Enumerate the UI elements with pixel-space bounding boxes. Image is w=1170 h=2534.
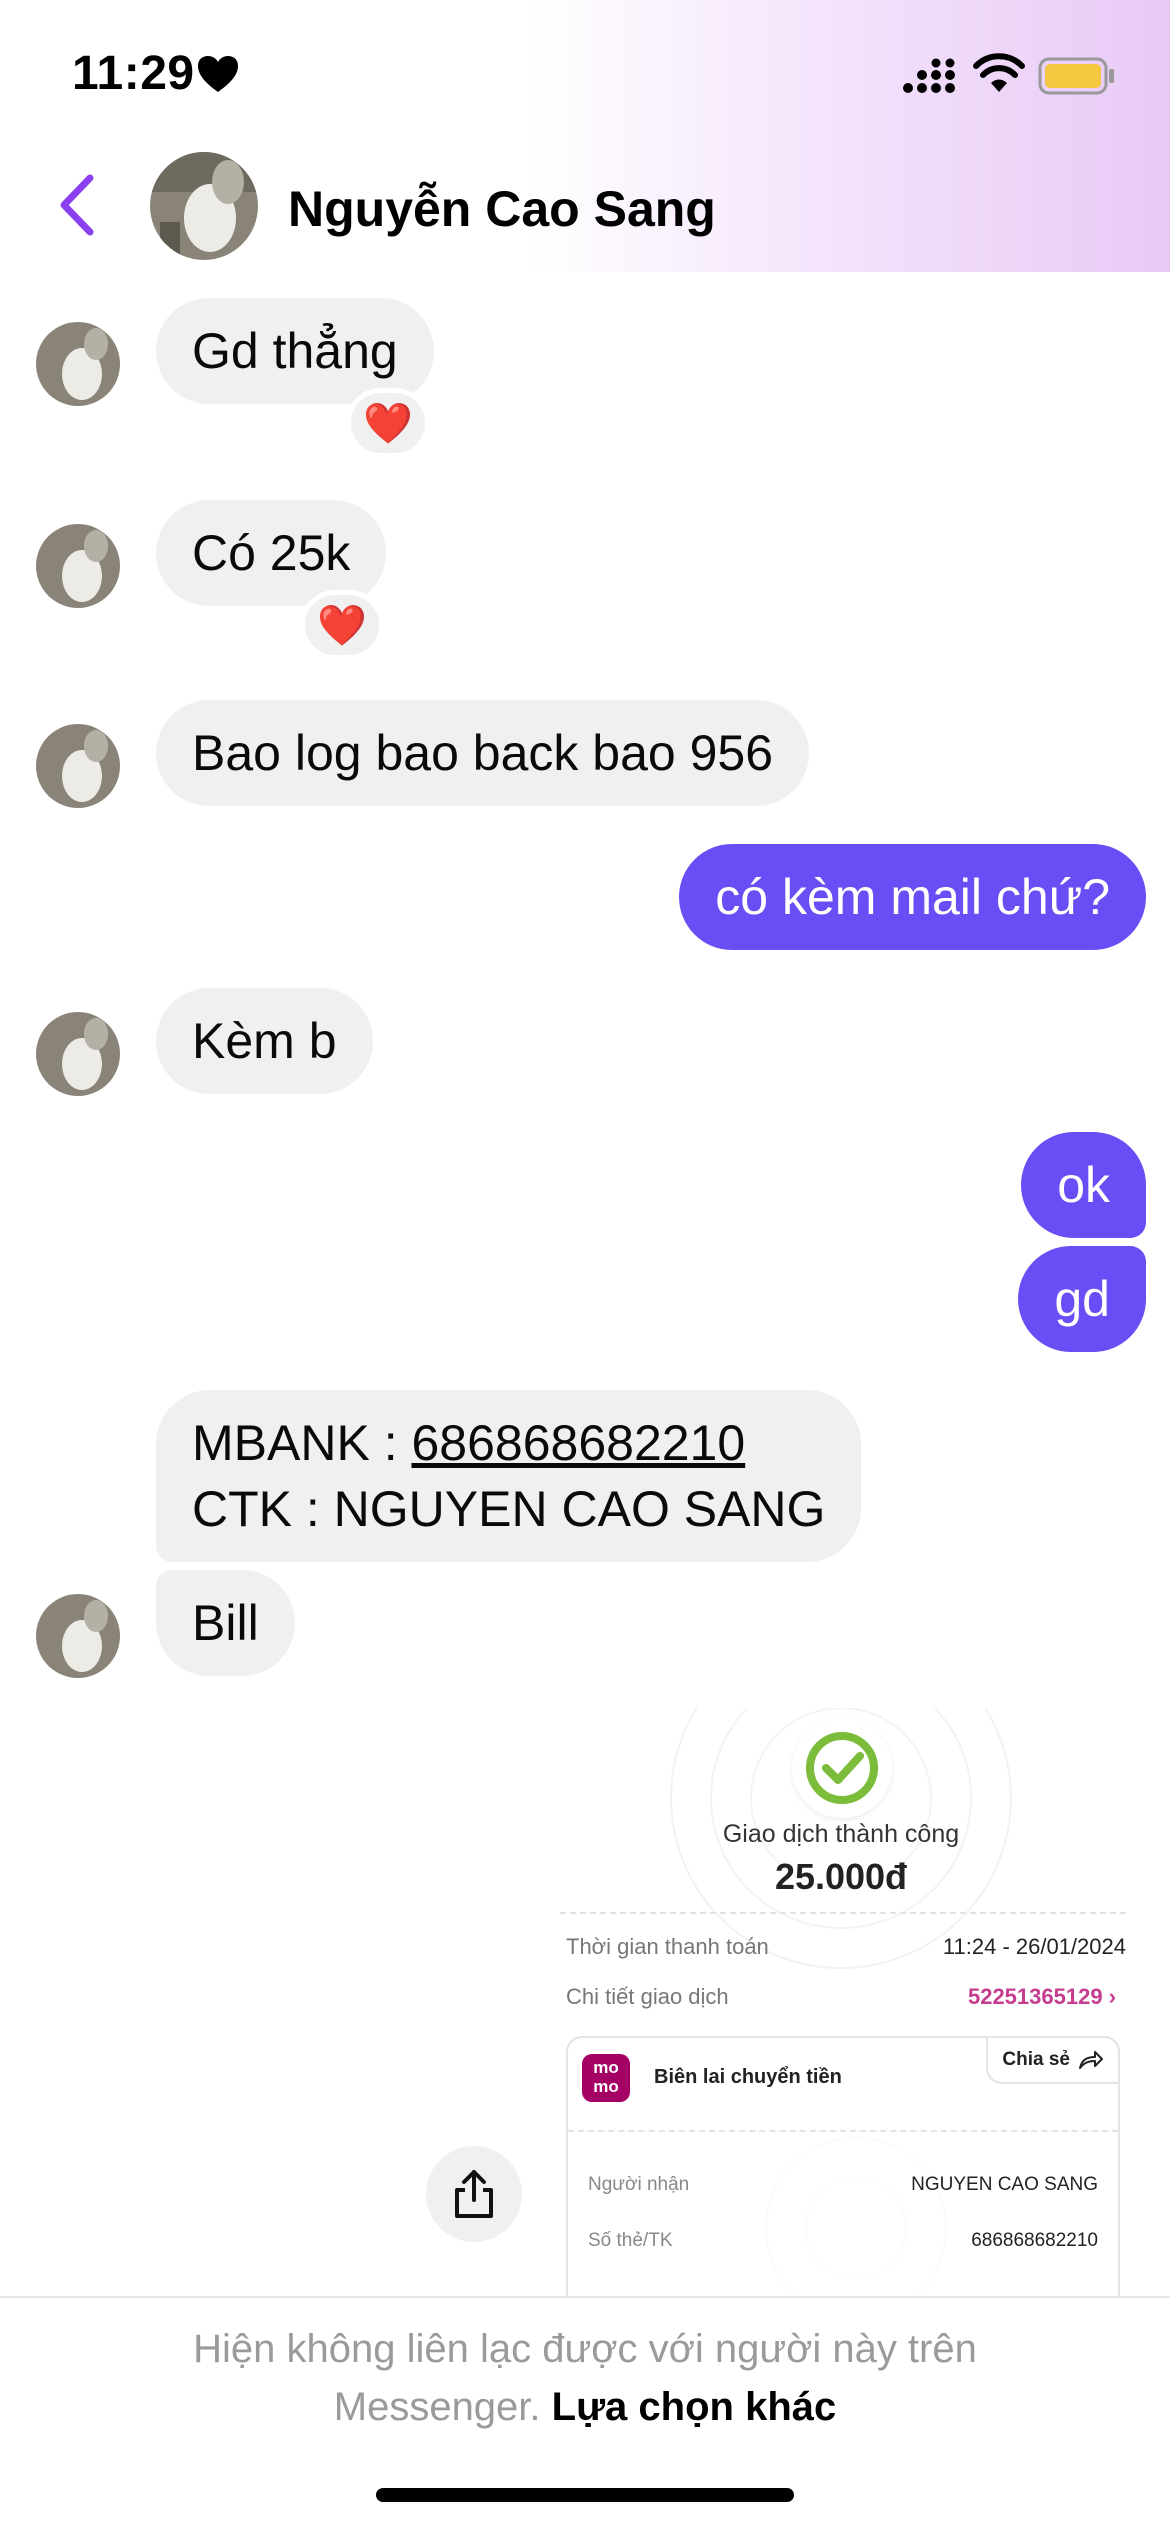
payment-time-label: Thời gian thanh toán [566, 1934, 769, 1959]
recipient-value: NGUYEN CAO SANG [911, 2174, 1098, 2195]
account-label: Số thẻ/TK [588, 2230, 673, 2251]
share-icon [455, 2170, 493, 2218]
payment-time-value: 11:24 - 26/01/2024 [942, 1934, 1126, 1959]
other-options-link[interactable]: Lựa chọn khác [552, 2385, 837, 2429]
battery-icon [1038, 57, 1114, 95]
recipient-label: Người nhận [588, 2174, 690, 2195]
account-number-link[interactable]: 686868682210 [411, 1415, 745, 1471]
reaction-badge[interactable]: ❤️ [300, 590, 384, 660]
receipt-image[interactable]: Giao dịch thành công 25.000đ Thời gian t… [556, 1708, 1126, 2296]
contact-name[interactable]: Nguyễn Cao Sang [288, 180, 716, 238]
sender-avatar[interactable] [36, 524, 120, 608]
message-bubble-incoming[interactable]: Bao log bao back bao 956 [156, 700, 810, 806]
status-time: 11:29 [72, 47, 195, 100]
receipt-amount: 25.000đ [774, 1856, 908, 1897]
sender-avatar[interactable] [36, 1594, 120, 1678]
message-bubble-incoming[interactable]: MBANK : 686868682210 CTK : NGUYEN CAO SA… [156, 1390, 862, 1562]
back-chevron-icon[interactable] [54, 172, 100, 238]
sender-avatar[interactable] [36, 724, 120, 808]
receipt-status: Giao dịch thành công [722, 1820, 960, 1848]
message-bubble-outgoing[interactable]: gd [1018, 1246, 1146, 1352]
message-bubble-incoming[interactable]: Kèm b [156, 988, 373, 1094]
message-line: CTK : NGUYEN CAO SANG [192, 1481, 826, 1537]
sender-avatar[interactable] [36, 322, 120, 406]
success-check-icon [792, 1718, 892, 1818]
transaction-id[interactable]: 52251365129 › [968, 1984, 1116, 2010]
transaction-detail-label: Chi tiết giao dịch [566, 1984, 729, 2009]
receipt-divider [560, 1912, 1126, 1914]
home-indicator[interactable] [376, 2488, 794, 2502]
sender-avatar[interactable] [36, 1012, 120, 1096]
cellular-signal-icon [903, 58, 955, 93]
share-button[interactable] [426, 2146, 522, 2242]
heart-icon [198, 56, 238, 92]
receipt-card-divider [568, 2130, 1118, 2132]
receipt-card: mo mo Biên lai chuyển tiền Chia sẻ Người… [566, 2036, 1120, 2296]
wifi-icon [973, 53, 1025, 92]
momo-logo: mo mo [582, 2054, 630, 2102]
share-receipt-button[interactable]: Chia sẻ [986, 2036, 1120, 2084]
message-bubble-outgoing[interactable]: ok [1021, 1132, 1146, 1238]
message-bubble-outgoing[interactable]: có kèm mail chứ? [679, 844, 1146, 950]
forward-arrow-icon [1079, 2051, 1103, 2069]
reaction-badge[interactable]: ❤️ [346, 388, 430, 458]
account-value: 686868682210 [971, 2230, 1098, 2251]
notice-text: Hiện không liên lạc được với người này t… [193, 2327, 977, 2429]
message-line: MBANK : 686868682210 [192, 1415, 746, 1471]
contact-avatar[interactable] [150, 152, 258, 260]
receipt-card-title: Biên lai chuyển tiền [654, 2066, 842, 2088]
message-bubble-incoming[interactable]: Bill [156, 1570, 295, 1676]
